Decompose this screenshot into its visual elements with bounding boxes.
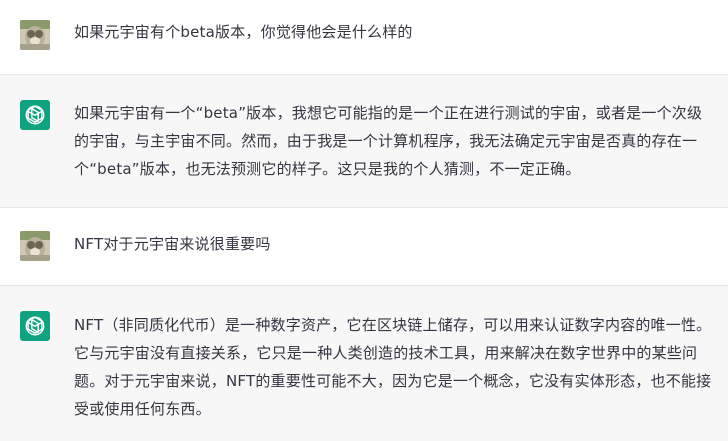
user-avatar: [20, 20, 50, 50]
user-avatar-photo: [20, 20, 50, 50]
assistant-avatar: [20, 311, 50, 341]
message-text: 如果元宇宙有个beta版本，你觉得他会是什么样的: [74, 23, 413, 41]
user-message: 如果元宇宙有个beta版本，你觉得他会是什么样的: [0, 0, 728, 75]
user-message: NFT对于元宇宙来说很重要吗: [0, 208, 728, 286]
assistant-message: 如果元宇宙有一个“beta”版本，我想它可能指的是一个正在进行测试的宇宙，或者是…: [0, 75, 728, 208]
assistant-message: NFT（非同质化代币）是一种数字资产，它在区块链上储存，可以用来认证数字内容的唯…: [0, 286, 728, 441]
message-text: NFT对于元宇宙来说很重要吗: [74, 235, 271, 253]
user-avatar-photo: [20, 231, 50, 261]
chat-thread: 如果元宇宙有个beta版本，你觉得他会是什么样的 如果元宇宙有一个“beta”版…: [0, 0, 728, 441]
user-avatar: [20, 231, 50, 261]
openai-logo-icon: [25, 316, 45, 336]
message-text: NFT（非同质化代币）是一种数字资产，它在区块链上储存，可以用来认证数字内容的唯…: [74, 316, 712, 418]
openai-logo-icon: [25, 105, 45, 125]
assistant-avatar: [20, 100, 50, 130]
message-text: 如果元宇宙有一个“beta”版本，我想它可能指的是一个正在进行测试的宇宙，或者是…: [74, 104, 703, 178]
